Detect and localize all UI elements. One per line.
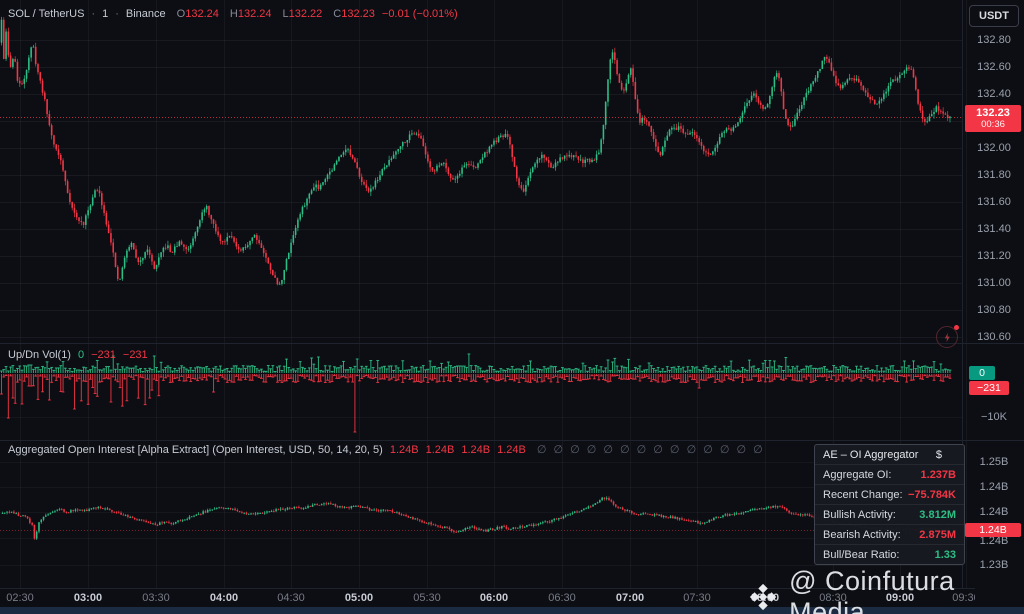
time-tick: 06:30 — [548, 592, 576, 604]
time-tick: 06:00 — [479, 592, 509, 604]
time-tick: 03:30 — [142, 592, 170, 604]
price-tick: 130.80 — [977, 304, 1011, 316]
tooltip-row: Recent Change: −75.784K — [815, 485, 964, 505]
watermark-text: @ Coinfutura Media — [789, 566, 955, 614]
tooltip-currency: $ — [935, 448, 942, 461]
tooltip-value: 2.875M — [919, 528, 956, 541]
time-tick: 03:00 — [73, 592, 103, 604]
tooltip-label: Recent Change: — [823, 488, 903, 501]
price-tick: 131.80 — [977, 169, 1011, 181]
volume-legend[interactable]: Up/Dn Vol(1) 0 −231 −231 — [8, 349, 148, 361]
price-tick: 132.80 — [977, 34, 1011, 46]
oi-tick: 1.24B — [979, 481, 1009, 493]
oi-value-3: 1.24B — [461, 443, 491, 456]
volume-indicator-title[interactable]: Up/Dn Vol(1) — [8, 349, 71, 361]
oi-empty-values: ∅ ∅ ∅ ∅ ∅ ∅ ∅ ∅ ∅ ∅ ∅ ∅ ∅ ∅ — [536, 444, 765, 456]
time-tick: 02:30 — [6, 592, 34, 604]
oi-value-1: 1.24B — [389, 443, 419, 456]
legend-separator: · — [115, 8, 119, 20]
volume-up-badge: 0 — [969, 366, 995, 380]
last-price-badge: 132.23 00:36 — [965, 105, 1021, 132]
volume-delta-value: −231 — [122, 349, 148, 361]
time-tick: 05:00 — [344, 592, 374, 604]
tooltip-value: −75.784K — [907, 488, 956, 501]
time-tick: 07:30 — [683, 592, 711, 604]
tooltip-label: Bearish Activity: — [823, 528, 901, 541]
volume-up-value: 0 — [77, 349, 85, 361]
legend-separator: · — [91, 8, 96, 20]
open-key: O — [176, 8, 186, 20]
tooltip-label: Bull/Bear Ratio: — [823, 548, 900, 561]
tooltip-row: Bull/Bear Ratio: 1.33 — [815, 545, 964, 564]
time-tick: 05:30 — [413, 592, 441, 604]
tooltip-row: Bullish Activity: 3.812M — [815, 505, 964, 525]
price-tick: 131.60 — [977, 196, 1011, 208]
volume-scale-tick: −10K — [981, 411, 1007, 423]
price-tick: 132.60 — [977, 61, 1011, 73]
tooltip-value: 3.812M — [919, 508, 956, 521]
instant-trading-icon[interactable] — [936, 325, 959, 348]
change-value: −0.01 (−0.01%) — [381, 8, 458, 20]
time-tick: 04:00 — [209, 592, 239, 604]
tooltip-header-row: AE – OI Aggregator $ — [815, 445, 964, 465]
tooltip-value: 1.237B — [920, 468, 956, 481]
bar-countdown: 00:36 — [981, 119, 1005, 130]
oi-legend[interactable]: Aggregated Open Interest [Alpha Extract]… — [8, 443, 765, 457]
symbol-name[interactable]: SOL / TetherUS — [8, 8, 84, 20]
exchange-label: Binance — [125, 8, 166, 20]
currency-toggle-button[interactable]: USDT — [969, 5, 1019, 27]
high-value: 132.24 — [237, 8, 272, 20]
time-tick: 04:30 — [277, 592, 305, 604]
notification-dot — [954, 325, 959, 330]
close-value: 132.23 — [341, 8, 375, 20]
oi-indicator-title[interactable]: Aggregated Open Interest [Alpha Extract]… — [8, 444, 383, 456]
tooltip-row: Bearish Activity: 2.875M — [815, 525, 964, 545]
coinfutura-diamond-logo-icon — [749, 583, 777, 611]
oi-aggregator-tooltip: AE – OI Aggregator $ Aggregate OI: 1.237… — [814, 444, 965, 565]
tooltip-title: AE – OI Aggregator — [823, 448, 919, 461]
price-tick: 132.40 — [977, 88, 1011, 100]
tooltip-value: 1.33 — [934, 548, 956, 561]
tooltip-row: Aggregate OI: 1.237B — [815, 465, 964, 485]
last-price: 132.23 — [976, 107, 1010, 119]
price-tick: 131.40 — [977, 223, 1011, 235]
lightning-bolt-icon — [944, 332, 950, 342]
price-tick: 130.60 — [977, 331, 1011, 343]
price-tick: 132.00 — [977, 142, 1011, 154]
tooltip-label: Bullish Activity: — [823, 508, 896, 521]
symbol-legend[interactable]: SOL / TetherUS · 1 · Binance O132.24 H13… — [8, 8, 458, 20]
tooltip-label: Aggregate OI: — [823, 468, 892, 481]
oi-last-badge: 1.24B — [965, 523, 1021, 537]
volume-down-value: −231 — [91, 349, 116, 361]
volume-down-badge: −231 — [969, 381, 1009, 395]
interval-label[interactable]: 1 — [102, 8, 108, 20]
watermark: @ Coinfutura Media — [748, 566, 1024, 614]
low-value: 132.22 — [288, 8, 323, 20]
trading-chart-window: SOL / TetherUS · 1 · Binance O132.24 H13… — [0, 0, 1024, 614]
high-key: H — [229, 8, 238, 20]
oi-value-2: 1.24B — [425, 443, 455, 456]
price-axis[interactable]: 132.80 132.60 132.40 132.00 131.80 131.6… — [962, 0, 1024, 588]
oi-tick: 1.24B — [979, 506, 1009, 518]
oi-value-4: 1.24B — [497, 443, 526, 456]
oi-tick: 1.25B — [979, 456, 1009, 468]
price-tick: 131.00 — [977, 277, 1011, 289]
open-value: 132.24 — [185, 8, 219, 20]
time-tick: 07:00 — [615, 592, 645, 604]
price-tick: 131.20 — [977, 250, 1011, 262]
